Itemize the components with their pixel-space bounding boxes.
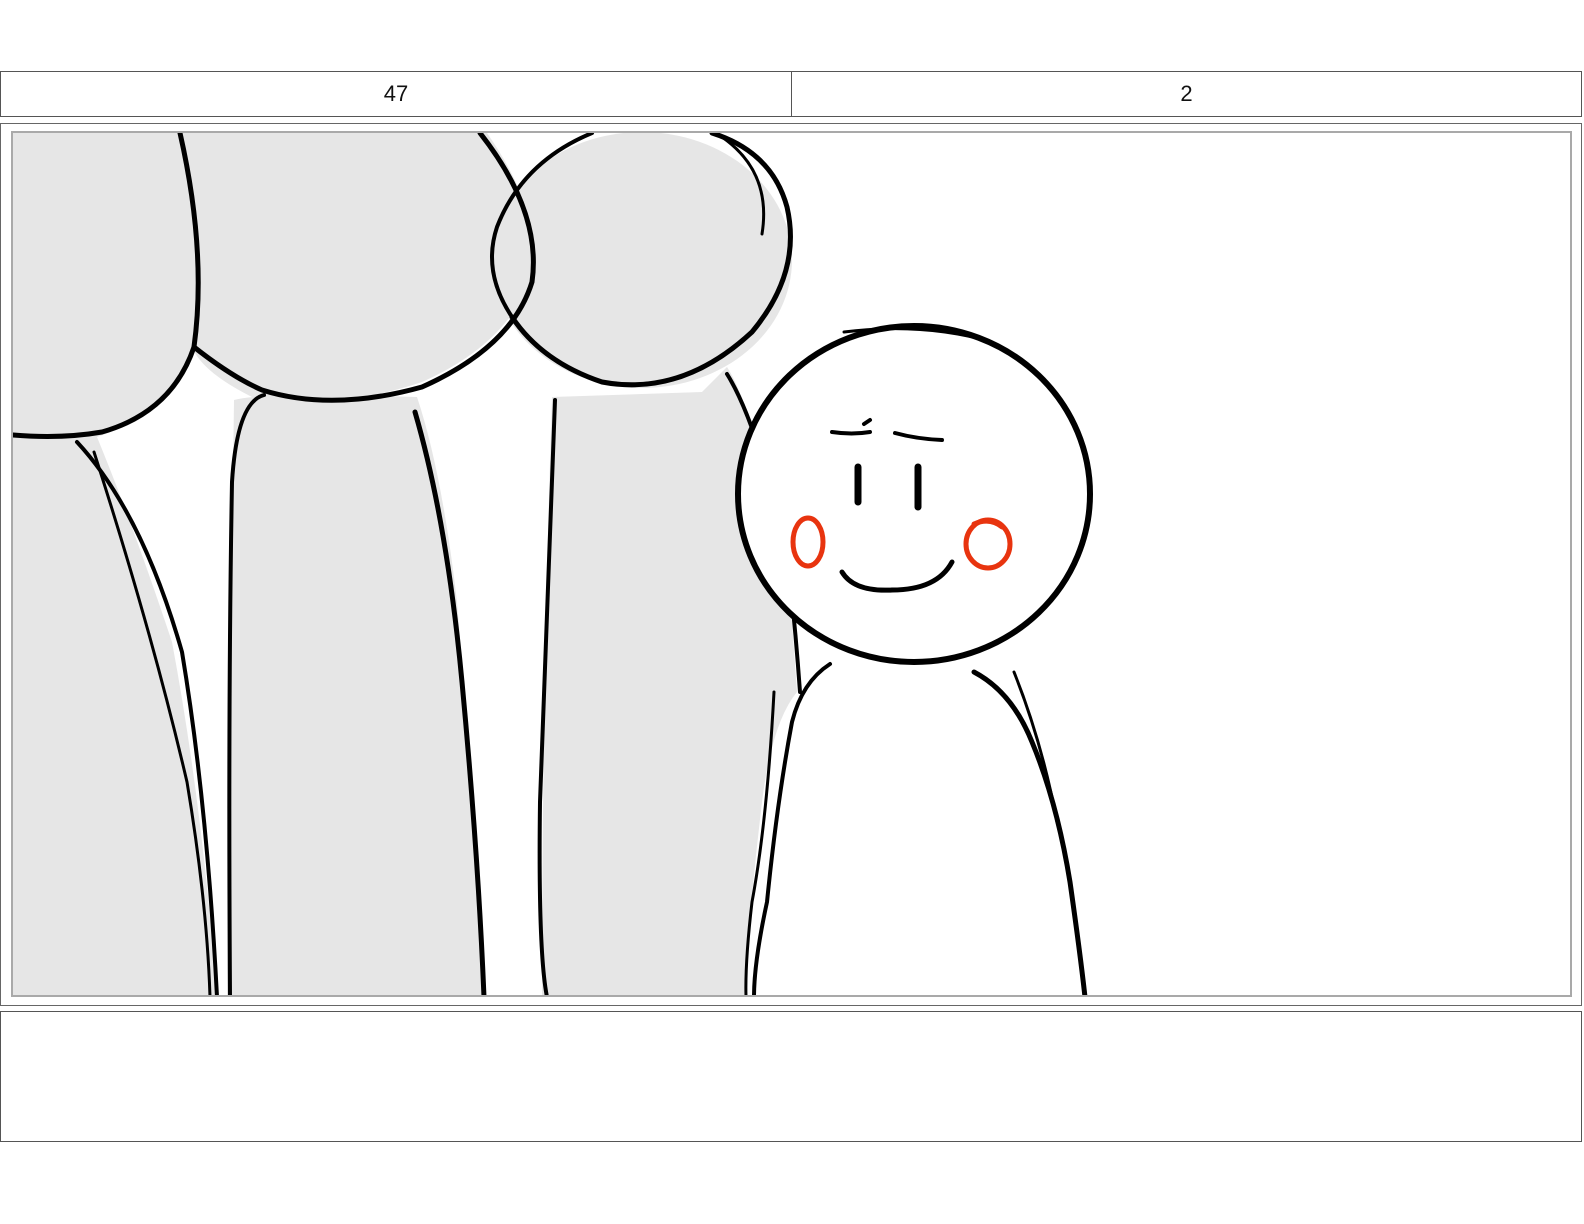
panel-number: 2 (791, 72, 1581, 116)
silhouette-figure-3-head (492, 133, 792, 388)
background-crowd (13, 133, 797, 995)
panel-drawing (13, 133, 1093, 995)
panel-notes[interactable] (0, 1011, 1582, 1142)
character-head (735, 323, 1093, 665)
scene-number: 47 (383, 81, 409, 106)
silhouette-figure-1 (13, 133, 217, 995)
silhouette-figure-2 (192, 133, 534, 995)
storyboard-panel (11, 131, 1572, 997)
character-body (750, 664, 1087, 995)
panel-header: 47 2 (0, 71, 1582, 117)
